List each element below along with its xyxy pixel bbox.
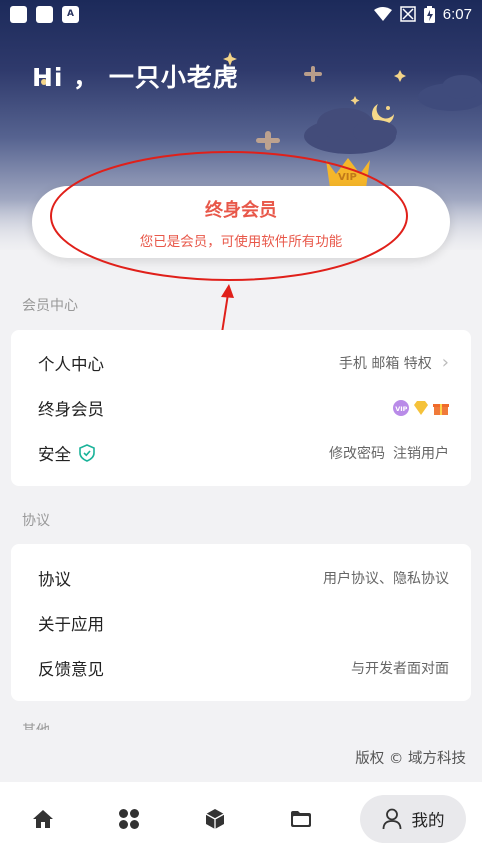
section-label-member-center: 会员中心 — [22, 298, 78, 314]
svg-text:VIP: VIP — [338, 172, 357, 183]
row-security[interactable]: 安全 修改密码 注销用户 — [11, 430, 471, 475]
row-label: 关于应用 — [38, 614, 104, 634]
wifi-icon — [373, 6, 392, 21]
nav-mine-button[interactable]: 我的 — [360, 795, 466, 843]
grid-icon — [119, 809, 139, 829]
no-signal-icon — [400, 6, 416, 22]
row-lifetime-member[interactable]: 终身会员 VIP — [11, 385, 471, 430]
row-agreement[interactable]: 协议 用户协议、隐私协议 — [11, 555, 471, 600]
status-bar: A 6:07 — [0, 0, 482, 28]
svg-text:VIP: VIP — [395, 405, 407, 413]
row-label: 协议 — [38, 569, 71, 589]
diamond-icon — [414, 400, 428, 415]
nav-home-button[interactable] — [0, 794, 86, 844]
clock: 6:07 — [442, 5, 472, 23]
gift-icon — [433, 403, 449, 415]
row-label: 终身会员 — [38, 399, 104, 419]
copyright-text: 版权 © 域方科技 — [355, 751, 466, 767]
agreement-card: 协议 用户协议、隐私协议 关于应用 反馈意见 与开发者面对面 — [11, 544, 471, 701]
vip-subtitle: 您已是会员，可使用软件所有功能 — [139, 234, 343, 250]
row-value: 与开发者面对面 — [351, 660, 449, 677]
row-label: 个人中心 — [38, 354, 104, 374]
change-password-link[interactable]: 修改密码 — [329, 443, 385, 463]
member-center-card: 个人中心 手机 邮箱 特权 › 终身会员 VIP 安全 修改密码 注销用户 — [11, 330, 471, 486]
nav-apps-button[interactable] — [86, 794, 172, 844]
notification-icon — [10, 5, 27, 23]
row-value: 用户协议、隐私协议 — [323, 570, 449, 587]
section-clip: 其他 — [0, 718, 482, 730]
font-notification-icon: A — [62, 5, 79, 23]
nav-folder-button[interactable] — [258, 794, 344, 844]
bottom-navigation: 我的 — [0, 782, 482, 856]
notification-icon — [36, 5, 53, 23]
delete-account-link[interactable]: 注销用户 — [393, 443, 449, 463]
chevron-right-icon: › — [441, 352, 449, 373]
row-about-app[interactable]: 关于应用 — [11, 600, 471, 645]
user-icon — [382, 808, 401, 830]
section-label-other: 其他 — [22, 720, 50, 730]
greeting-text: Hi ， 一只小老虎 — [32, 63, 239, 92]
cube-icon — [205, 809, 225, 829]
row-feedback[interactable]: 反馈意见 与开发者面对面 — [11, 645, 471, 690]
row-label: 安全 — [38, 444, 71, 464]
shield-check-icon — [79, 443, 95, 462]
nav-mine-label: 我的 — [411, 811, 445, 830]
row-personal-center[interactable]: 个人中心 手机 邮箱 特权 › — [11, 340, 471, 385]
vip-badge-icon: VIP — [393, 399, 409, 416]
folder-icon — [291, 811, 311, 827]
home-icon — [33, 810, 53, 828]
section-label-agreement: 协议 — [22, 513, 50, 529]
vip-title: 终身会员 — [205, 200, 277, 221]
nav-cube-button[interactable] — [172, 794, 258, 844]
row-label: 反馈意见 — [38, 659, 104, 679]
vip-status-card[interactable]: 终身会员 您已是会员，可使用软件所有功能 — [32, 186, 450, 258]
row-value: 手机 邮箱 特权 — [338, 355, 432, 372]
battery-charging-icon — [423, 5, 435, 23]
